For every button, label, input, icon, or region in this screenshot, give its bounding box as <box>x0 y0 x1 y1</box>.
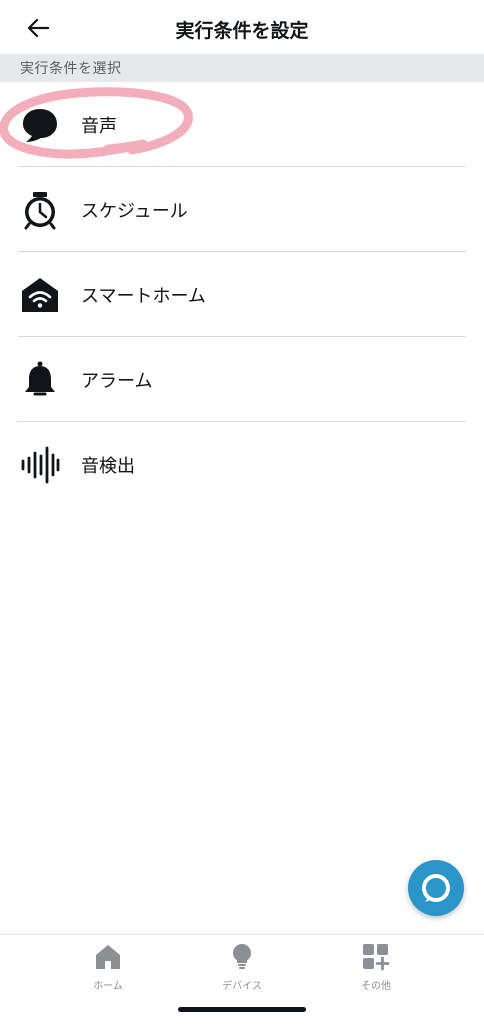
smart-home-icon <box>20 275 60 315</box>
list-item-label: 音検出 <box>81 455 135 477</box>
house-icon <box>96 945 120 969</box>
home-indicator <box>178 1007 306 1012</box>
sound-wave-icon <box>20 445 60 485</box>
list-item-smart-home[interactable]: スマートホーム <box>0 252 484 337</box>
lightbulb-icon <box>233 944 251 969</box>
nav-more[interactable]: その他 <box>336 943 416 999</box>
speech-bubble-icon <box>20 105 60 145</box>
section-header: 実行条件を選択 <box>0 54 484 82</box>
list-item-label: アラーム <box>81 370 153 392</box>
alexa-ring-icon <box>422 874 450 902</box>
page-title: 実行条件を設定 <box>175 20 309 42</box>
list-item-label: スマートホーム <box>81 285 206 307</box>
list-item-schedule[interactable]: スケジュール <box>0 167 484 252</box>
app-header: 実行条件を設定 <box>0 0 484 54</box>
trigger-list: 音声 スケジュール スマートホーム アラーム 音検出 <box>0 82 484 507</box>
bell-icon <box>20 360 60 400</box>
nav-home[interactable]: ホーム <box>68 943 148 999</box>
alarm-clock-icon <box>20 190 60 230</box>
nav-devices[interactable]: デバイス <box>202 943 282 999</box>
list-item-alarm[interactable]: アラーム <box>0 337 484 422</box>
list-item-label: 音声 <box>81 115 117 137</box>
list-item-label: スケジュール <box>81 200 188 222</box>
list-item-sound-detection[interactable]: 音検出 <box>0 422 484 507</box>
nav-label: デバイス <box>222 981 262 992</box>
nav-label: その他 <box>361 981 391 992</box>
grid-plus-icon <box>363 944 390 971</box>
alexa-button[interactable] <box>408 860 464 916</box>
nav-label: ホーム <box>93 981 123 992</box>
list-item-voice[interactable]: 音声 <box>0 82 484 167</box>
